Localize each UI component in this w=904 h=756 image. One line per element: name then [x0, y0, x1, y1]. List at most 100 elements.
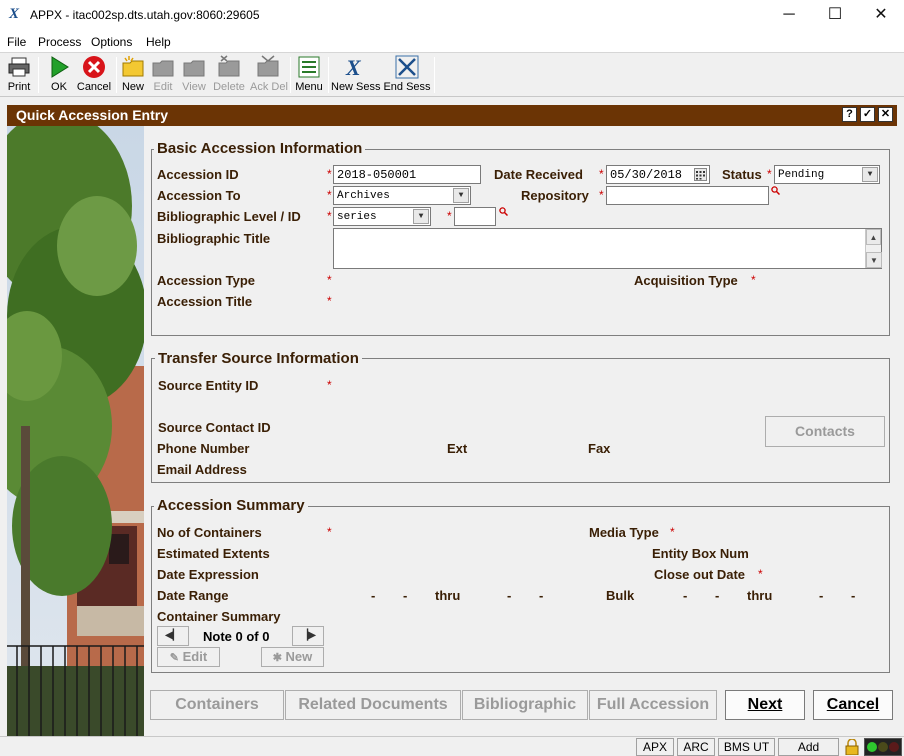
search-icon[interactable]	[499, 207, 508, 216]
bulk-thru-label: thru	[747, 588, 773, 603]
maximize-icon[interactable]: ☐	[812, 0, 858, 32]
accession-title-label: Accession Title	[157, 294, 253, 309]
bib-level-value: series	[337, 211, 377, 223]
confirm-check-icon[interactable]: ✓	[860, 107, 875, 122]
new-note-icon: ✱	[272, 652, 282, 664]
cancel-button[interactable]: Cancel	[813, 690, 893, 720]
required-marker: *	[758, 567, 763, 581]
scroll-up-icon[interactable]: ▲	[866, 229, 881, 245]
menu-file[interactable]: File	[7, 35, 26, 49]
status-arc: ARC	[677, 738, 715, 756]
status-bar: APX ARC BMS UT Add	[0, 736, 904, 756]
status-select[interactable]: Pending ▼	[774, 165, 880, 184]
dialog-header: Quick Accession Entry ? ✓ ✕	[7, 105, 897, 126]
ack-del-toolbar-button[interactable]: Ack Del	[250, 55, 288, 95]
lock-icon	[845, 739, 859, 755]
edit-toolbar-button[interactable]: Edit	[150, 55, 176, 95]
play-icon	[51, 56, 69, 78]
required-marker: *	[327, 525, 332, 539]
folder-icon	[152, 60, 174, 77]
accession-to-select[interactable]: Archives ▼	[333, 186, 471, 205]
next-note-icon[interactable]: ▕▶	[292, 626, 324, 646]
phone-number-label: Phone Number	[157, 441, 250, 456]
note-new-button[interactable]: ✱ New	[261, 647, 324, 667]
bib-title-label: Bibliographic Title	[157, 231, 271, 246]
next-button[interactable]: Next	[725, 690, 805, 720]
required-marker: *	[767, 167, 772, 181]
end-session-button[interactable]: End Sess	[383, 55, 431, 95]
cancel-toolbar-button[interactable]: Cancel	[76, 55, 112, 95]
traffic-light-icon	[864, 738, 902, 756]
bibliographic-button[interactable]: Bibliographic	[462, 690, 588, 720]
building-tree-photo	[7, 126, 144, 740]
toolbar-separator	[328, 57, 329, 93]
full-accession-button[interactable]: Full Accession	[589, 690, 717, 720]
chevron-down-icon[interactable]: ▼	[413, 209, 429, 224]
prev-note-icon[interactable]: ◀▏	[157, 626, 189, 646]
chevron-down-icon[interactable]: ▼	[862, 167, 878, 182]
date-received-field[interactable]: 05/30/2018	[606, 165, 710, 184]
printer-icon	[8, 57, 30, 77]
transfer-source-title: Transfer Source Information	[155, 350, 362, 367]
dialog-title: Quick Accession Entry	[16, 107, 168, 123]
dialog-close-icon[interactable]: ✕	[878, 107, 893, 122]
bib-id-field[interactable]	[454, 207, 496, 226]
required-marker: *	[670, 525, 675, 539]
print-button[interactable]: Print	[5, 55, 33, 95]
repository-label: Repository	[521, 188, 589, 203]
source-contact-label: Source Contact ID	[158, 420, 271, 435]
bulk-range-dash: -	[819, 588, 824, 603]
chevron-down-icon[interactable]: ▼	[453, 188, 469, 203]
required-marker: *	[599, 188, 604, 202]
svg-text:X: X	[345, 55, 362, 79]
folder-icon	[183, 60, 205, 77]
containers-button[interactable]: Containers	[150, 690, 284, 720]
appx-x-icon: X	[345, 55, 362, 79]
toolbar-separator	[290, 57, 291, 93]
bib-title-textarea[interactable]	[333, 228, 882, 269]
toolbar-separator	[434, 57, 435, 93]
date-received-label: Date Received	[494, 167, 583, 182]
end-session-x-icon	[395, 55, 419, 79]
close-window-icon[interactable]: ✕	[858, 0, 904, 32]
related-documents-button[interactable]: Related Documents	[285, 690, 461, 720]
calendar-icon[interactable]	[694, 168, 707, 181]
acquisition-type-label: Acquisition Type	[634, 273, 738, 288]
menu-toolbar-button[interactable]: Menu	[294, 55, 324, 95]
bib-level-label: Bibliographic Level / ID	[157, 209, 301, 224]
minimize-icon[interactable]: ─	[766, 0, 812, 32]
menu-help[interactable]: Help	[146, 35, 171, 49]
email-address-label: Email Address	[157, 462, 247, 477]
container-summary-label: Container Summary	[157, 609, 281, 624]
accession-summary-title: Accession Summary	[154, 497, 308, 514]
note-edit-button[interactable]: ✎ Edit	[157, 647, 220, 667]
repository-field[interactable]	[606, 186, 769, 205]
date-expression-label: Date Expression	[157, 567, 259, 582]
menu-process[interactable]: Process	[38, 35, 81, 49]
required-marker: *	[327, 378, 332, 392]
media-type-label: Media Type	[589, 525, 659, 540]
bulk-label: Bulk	[606, 588, 635, 603]
menu-options[interactable]: Options	[91, 35, 132, 49]
required-marker: *	[599, 167, 604, 181]
view-toolbar-button[interactable]: View	[180, 55, 208, 95]
required-marker: *	[327, 209, 332, 223]
new-session-button[interactable]: X New Sess	[331, 55, 381, 95]
toolbar: Print OK Cancel New Edit View Delete Ack…	[0, 53, 904, 97]
bib-level-select[interactable]: series ▼	[333, 207, 431, 226]
bib-title-scrollbar[interactable]: ▲ ▼	[865, 229, 882, 268]
contacts-button[interactable]: Contacts	[765, 416, 885, 447]
help-icon[interactable]: ?	[842, 107, 857, 122]
entity-box-num-label: Entity Box Num	[652, 546, 749, 561]
accession-id-field[interactable]: 2018-050001	[333, 165, 481, 184]
new-toolbar-button[interactable]: New	[120, 55, 146, 95]
status-value: Pending	[778, 169, 825, 181]
note-counter: Note 0 of 0	[203, 629, 270, 644]
search-icon[interactable]	[771, 186, 780, 195]
required-marker: *	[447, 209, 452, 223]
scroll-down-icon[interactable]: ▼	[866, 252, 882, 268]
delete-toolbar-button[interactable]: Delete	[212, 55, 246, 95]
toolbar-separator	[116, 57, 117, 93]
fax-label: Fax	[588, 441, 611, 456]
ok-button[interactable]: OK	[45, 55, 73, 95]
